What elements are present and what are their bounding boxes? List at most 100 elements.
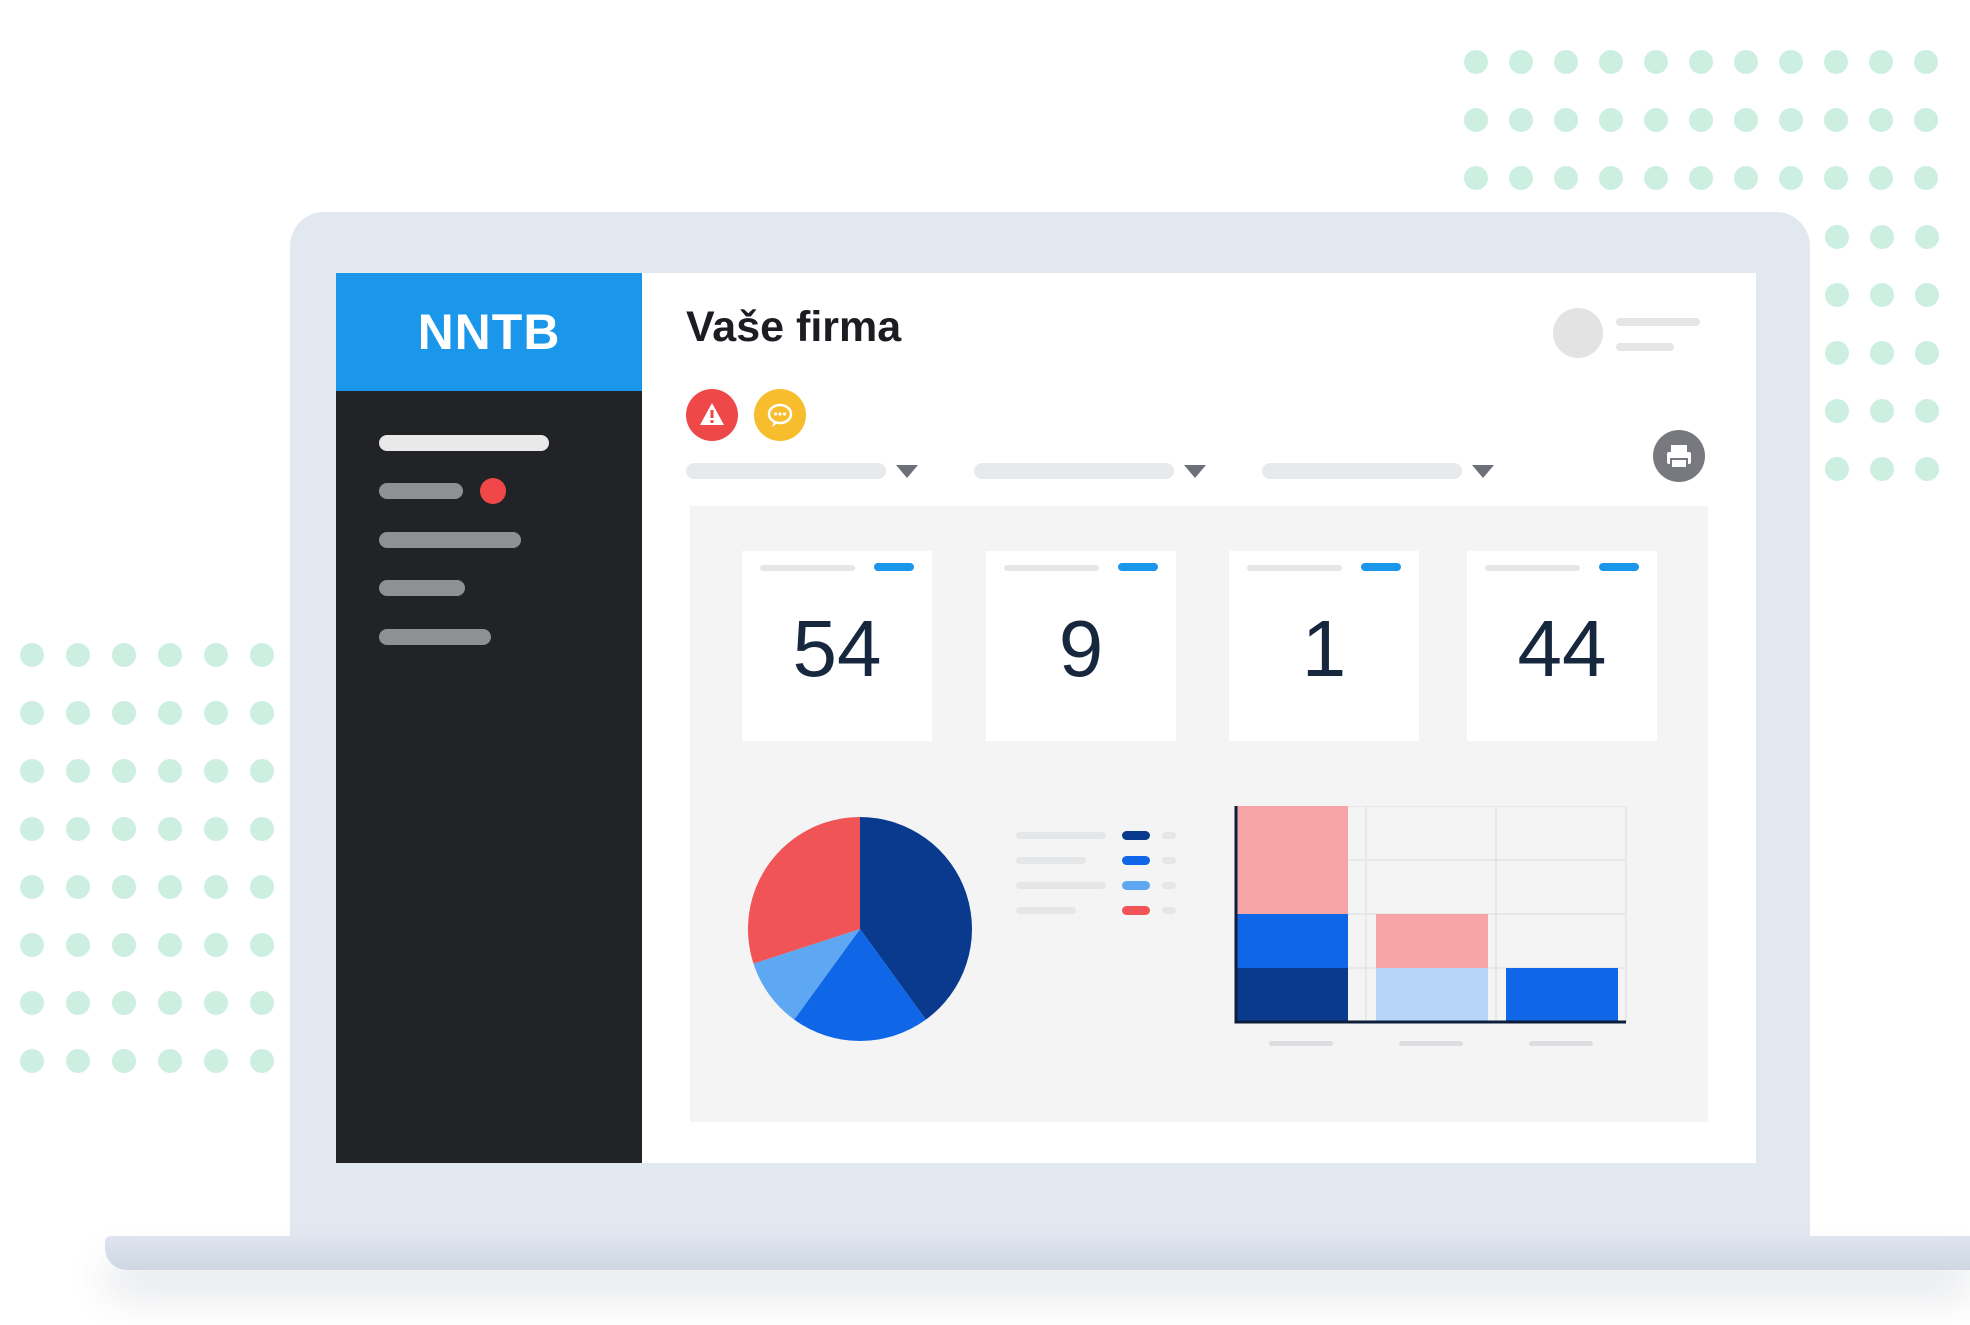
legend-label-placeholder	[1016, 882, 1106, 889]
decorative-dot	[1599, 108, 1623, 132]
decorative-dot	[1870, 399, 1894, 423]
decorative-dot	[250, 701, 274, 725]
decorative-dot	[250, 759, 274, 783]
decorative-dot	[66, 701, 90, 725]
decorative-dot	[1869, 166, 1893, 190]
chat-icon[interactable]	[754, 389, 806, 441]
filter-dropdown-2[interactable]	[974, 463, 1174, 479]
stat-indicator	[1118, 563, 1158, 571]
decorative-dot	[112, 759, 136, 783]
laptop-base	[105, 1236, 1970, 1270]
legend-label-placeholder	[1016, 832, 1106, 839]
stacked-bar-chart[interactable]	[1230, 806, 1640, 1086]
decorative-dot	[112, 991, 136, 1015]
decorative-dot	[158, 701, 182, 725]
legend-swatch	[1122, 831, 1150, 840]
decorative-dot	[158, 991, 182, 1015]
decorative-dot	[1554, 50, 1578, 74]
decorative-dot	[1689, 108, 1713, 132]
decorative-dot	[1599, 166, 1623, 190]
decorative-dot	[1915, 457, 1939, 481]
filter-dropdown-1[interactable]	[686, 463, 886, 479]
decorative-dot	[1779, 166, 1803, 190]
decorative-dot	[1915, 225, 1939, 249]
chevron-down-icon[interactable]	[896, 465, 918, 478]
decorative-dot	[250, 643, 274, 667]
decorative-dot	[204, 875, 228, 899]
decorative-dot	[1554, 108, 1578, 132]
decorative-dot	[204, 759, 228, 783]
decorative-dot	[112, 875, 136, 899]
decorative-dot	[250, 1049, 274, 1073]
decorative-dot	[1734, 50, 1758, 74]
bar-segment[interactable]	[1506, 968, 1618, 1022]
decorative-dot	[158, 933, 182, 957]
stat-card-1[interactable]: 54	[742, 551, 932, 741]
bar-segment[interactable]	[1236, 806, 1348, 914]
bar-segment[interactable]	[1236, 914, 1348, 968]
decorative-dot	[20, 701, 44, 725]
decorative-dot	[20, 933, 44, 957]
stat-label-placeholder	[1004, 565, 1099, 571]
decorative-dot	[112, 1049, 136, 1073]
dot-pattern-left	[20, 643, 274, 1073]
decorative-dot	[1599, 50, 1623, 74]
decorative-dot	[158, 643, 182, 667]
stat-value: 1	[1301, 604, 1347, 693]
decorative-dot	[250, 875, 274, 899]
pie-chart[interactable]	[747, 816, 973, 1042]
decorative-dot	[112, 817, 136, 841]
sidebar-item-5[interactable]	[379, 629, 491, 645]
legend-swatch	[1122, 856, 1150, 865]
decorative-dot	[1509, 108, 1533, 132]
decorative-dot	[204, 817, 228, 841]
dashboard-content: 54 9 1 44	[690, 506, 1708, 1122]
stat-card-2[interactable]: 9	[986, 551, 1176, 741]
legend-value-placeholder	[1162, 832, 1176, 839]
decorative-dot	[66, 933, 90, 957]
printer-icon[interactable]	[1653, 430, 1705, 482]
sidebar-item-1[interactable]	[379, 435, 549, 451]
decorative-dot	[66, 817, 90, 841]
stat-card-4[interactable]: 44	[1467, 551, 1657, 741]
decorative-dot	[20, 643, 44, 667]
decorative-dot	[1869, 108, 1893, 132]
decorative-dot	[1870, 457, 1894, 481]
legend-value-placeholder	[1162, 857, 1176, 864]
decorative-dot	[158, 817, 182, 841]
avatar[interactable]	[1553, 308, 1603, 358]
logo-bar[interactable]: NNTB	[336, 273, 642, 391]
stat-card-3[interactable]: 1	[1229, 551, 1419, 741]
sidebar-item-2[interactable]	[379, 483, 463, 499]
sidebar: NNTB	[336, 273, 642, 1163]
warning-icon[interactable]	[686, 389, 738, 441]
decorative-dot	[1824, 108, 1848, 132]
filter-dropdown-3[interactable]	[1262, 463, 1462, 479]
stat-value: 9	[1058, 604, 1104, 693]
dot-pattern-top-right	[1464, 50, 1938, 190]
decorative-dot	[250, 933, 274, 957]
decorative-dot	[1825, 399, 1849, 423]
decorative-dot	[1464, 166, 1488, 190]
chevron-down-icon[interactable]	[1472, 465, 1494, 478]
bar-segment[interactable]	[1376, 914, 1488, 968]
decorative-dot	[112, 933, 136, 957]
decorative-dot	[204, 701, 228, 725]
sidebar-item-4[interactable]	[379, 580, 465, 596]
user-role-placeholder	[1616, 343, 1674, 351]
decorative-dot	[1464, 108, 1488, 132]
legend-label-placeholder	[1016, 857, 1086, 864]
bar-segment[interactable]	[1236, 968, 1348, 1022]
bar-segment[interactable]	[1376, 968, 1488, 1022]
chevron-down-icon[interactable]	[1184, 465, 1206, 478]
decorative-dot	[112, 643, 136, 667]
legend-swatch	[1122, 881, 1150, 890]
decorative-dot	[1689, 50, 1713, 74]
decorative-dot	[1825, 457, 1849, 481]
decorative-dot	[1779, 50, 1803, 74]
stat-label-placeholder	[1247, 565, 1342, 571]
decorative-dot	[158, 1049, 182, 1073]
decorative-dot	[66, 875, 90, 899]
stat-label-placeholder	[1485, 565, 1580, 571]
sidebar-item-3[interactable]	[379, 532, 521, 548]
